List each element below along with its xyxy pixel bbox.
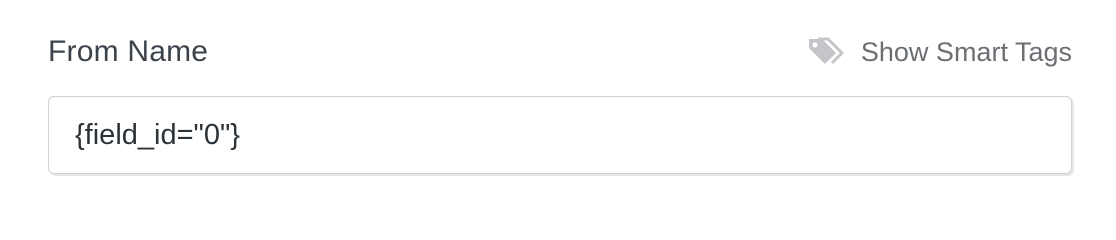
from-name-field: From Name Show Smart Tags bbox=[0, 0, 1116, 206]
show-smart-tags-link[interactable]: Show Smart Tags bbox=[807, 32, 1072, 72]
tags-icon bbox=[807, 35, 847, 69]
from-name-label: From Name bbox=[48, 35, 209, 68]
from-name-input[interactable] bbox=[48, 96, 1072, 174]
show-smart-tags-label: Show Smart Tags bbox=[860, 36, 1072, 67]
